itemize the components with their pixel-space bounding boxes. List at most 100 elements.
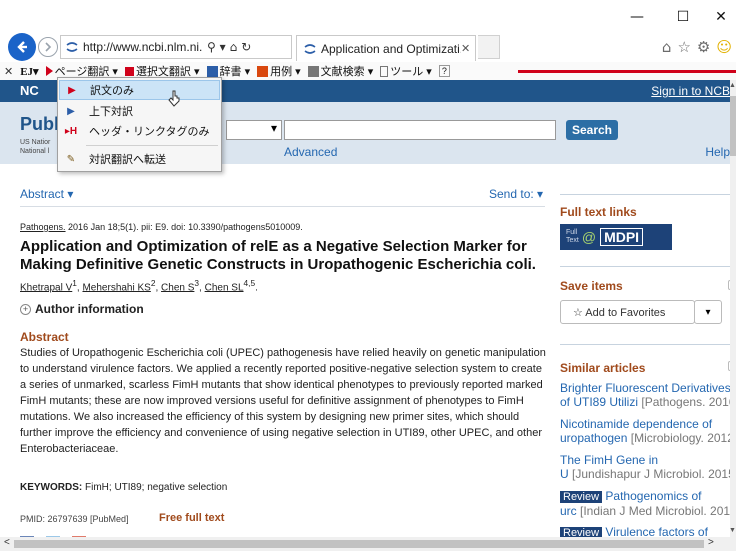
author-link[interactable]: Mehershahi KS <box>82 282 150 293</box>
similar-article[interactable]: Nicotinamide dependence of uropathogen [… <box>560 417 736 445</box>
minimize-button[interactable]: — <box>614 6 660 28</box>
smiley-icon[interactable]: ☺ <box>716 38 732 56</box>
selection-translate-icon <box>124 66 134 76</box>
new-tab-button[interactable] <box>478 35 500 59</box>
review-badge: Review <box>560 491 603 503</box>
author-information-label: Author information <box>35 302 144 316</box>
tab-active[interactable]: Application and Optimizati... ✕ <box>296 35 476 61</box>
settings-gear-icon[interactable]: ⚙ <box>697 38 710 56</box>
search-dropdown-icon[interactable]: ⚲ ▾ <box>207 40 226 54</box>
lock-icon[interactable]: ⌂ <box>230 40 238 54</box>
scroll-up-icon[interactable]: ▲ <box>729 82 736 89</box>
menu-item-interlinear[interactable]: ▶ 上下対訳 <box>59 101 220 121</box>
free-full-text-link[interactable]: Free full text <box>159 512 224 524</box>
home-icon[interactable]: ⌂ <box>662 38 672 56</box>
pubmed-logo[interactable]: Publ <box>20 114 59 135</box>
text-label: Text <box>566 237 579 244</box>
forward-button[interactable] <box>38 37 58 57</box>
scroll-left-icon[interactable]: < <box>4 537 10 548</box>
literature-search-icon <box>307 65 319 77</box>
add-to-favorites-button[interactable]: ☆ Add to Favorites <box>560 300 695 324</box>
similar-article-title: Nicotinamide dependence of <box>560 417 713 431</box>
close-window-button[interactable]: ✕ <box>706 6 736 28</box>
journal-link[interactable]: Pathogens. <box>20 222 66 232</box>
citation: Pathogens. 2016 Jan 18;5(1). pii: E9. do… <box>20 222 303 232</box>
address-bar[interactable]: http://www.ncbi.nlm.ni... ⚲ ▾ ⌂ ↻ <box>60 35 292 59</box>
tools-icon <box>380 65 389 77</box>
similar-article-title-cont: urc <box>560 504 577 518</box>
horizontal-scrollbar[interactable]: < > <box>0 537 736 551</box>
help-icon: ? <box>438 65 450 77</box>
similar-article[interactable]: Brighter Fluorescent Derivatives of UTI8… <box>560 381 736 409</box>
abstract-text: Studies of Uropathogenic Escherichia col… <box>20 347 546 455</box>
help-link[interactable]: Help <box>705 145 730 159</box>
refresh-icon[interactable]: ↻ <box>241 40 251 54</box>
extension-close-icon[interactable]: ✕ <box>4 65 13 78</box>
similar-article-title-cont: uropathogen <box>560 431 628 445</box>
mdpi-full-text-button[interactable]: Full Text @ MDPI <box>560 224 672 250</box>
back-button[interactable] <box>8 33 36 61</box>
menu-item-label: 上下対訳 <box>89 106 133 118</box>
dictionary-label: 辞書 ▾ <box>219 66 251 78</box>
transfer-icon: ✎ <box>66 153 76 165</box>
format-dropdown[interactable]: Abstract ▾ <box>20 187 73 201</box>
menu-item-transfer[interactable]: ✎ 対訳翻訳へ転送 <box>59 149 220 169</box>
literature-search-button[interactable]: 文献検索 ▾ <box>307 63 373 79</box>
author-information-toggle[interactable]: + Author information <box>20 302 144 316</box>
extension-logo[interactable]: EJ▾ <box>20 65 38 78</box>
search-input[interactable] <box>284 120 556 140</box>
similar-article-title-cont: of UTI89 Utilizi <box>560 395 639 409</box>
sign-in-link[interactable]: Sign in to NCB <box>651 84 730 98</box>
tab-close-icon[interactable]: ✕ <box>461 42 470 55</box>
keywords-label: KEYWORDS: <box>20 482 83 493</box>
similar-article-title-cont: U <box>560 467 569 481</box>
scroll-right-icon[interactable]: > <box>708 537 714 548</box>
similar-article[interactable]: Review Pathogenomics of urc [Indian J Me… <box>560 489 736 518</box>
examples-label: 用例 ▾ <box>270 66 301 78</box>
author-link[interactable]: Khetrapal V <box>20 282 72 293</box>
menu-item-label: ヘッダ・リンクタグのみ <box>89 126 210 138</box>
divider <box>20 206 545 207</box>
examples-button[interactable]: 用例 ▾ <box>257 63 301 79</box>
keywords-value: FimH; UTI89; negative selection <box>82 482 228 493</box>
translation-only-icon: ▶ <box>68 84 76 96</box>
favorites-dropdown-button[interactable]: ▾ <box>694 300 722 324</box>
tools-label: ツール ▾ <box>390 66 432 78</box>
author-link[interactable]: Chen S <box>161 282 194 293</box>
browser-toolbar-icons: ⌂ ☆ ⚙ ☺ <box>662 38 732 56</box>
menu-item-header-link-only[interactable]: ▸H ヘッダ・リンクタグのみ <box>59 121 220 141</box>
vertical-scrollbar[interactable]: ▲ ▼ <box>729 80 736 537</box>
menu-item-label: 訳文のみ <box>90 85 134 97</box>
advanced-search-link[interactable]: Advanced <box>284 145 337 159</box>
scroll-thumb[interactable] <box>730 96 736 156</box>
menu-item-translation-only[interactable]: ▶ 訳文のみ <box>59 80 220 100</box>
send-to-dropdown[interactable]: Send to: ▾ <box>489 187 543 201</box>
similar-article-title: Brighter Fluorescent Derivatives <box>560 381 731 395</box>
interlinear-icon: ▶ <box>67 105 75 117</box>
favorites-star-icon[interactable]: ☆ <box>677 38 690 56</box>
similar-article[interactable]: The FimH Gene in U [Jundishapur J Microb… <box>560 453 736 481</box>
maximize-button[interactable]: ☐ <box>660 6 706 28</box>
site-icon <box>304 43 316 54</box>
article-title: Application and Optimization of relE as … <box>20 238 536 273</box>
search-button[interactable]: Search <box>566 120 618 140</box>
help-button[interactable]: ? <box>438 65 450 77</box>
similar-article-source: [Microbiology. 2012 <box>627 431 734 445</box>
nlm-text: US Natior National l <box>20 138 50 156</box>
nlm-line-1: US Natior <box>20 139 51 146</box>
divider <box>560 266 736 267</box>
author-link[interactable]: Chen SL <box>205 282 244 293</box>
similar-article-title: Pathogenomics of <box>602 489 702 503</box>
scroll-down-icon[interactable]: ▼ <box>729 527 736 534</box>
save-items-heading: Save items <box>560 279 623 293</box>
url-text[interactable]: http://www.ncbi.nlm.ni... <box>83 40 203 54</box>
keywords: KEYWORDS: FimH; UTI89; negative selectio… <box>20 482 227 493</box>
similar-article-source: [Jundishapur J Microbiol. 2015 <box>568 467 735 481</box>
browser-window: — ☐ ✕ http://www.ncbi.nlm.ni... ⚲ ▾ ⌂ ↻ … <box>0 0 736 551</box>
database-select[interactable]: ▾ <box>226 120 282 140</box>
tools-button[interactable]: ツール ▾ <box>380 63 432 79</box>
scroll-thumb[interactable] <box>14 540 704 548</box>
author-sep: . <box>255 282 258 294</box>
nlm-line-2: National l <box>20 148 50 155</box>
ncbi-logo[interactable]: NC <box>20 83 39 98</box>
